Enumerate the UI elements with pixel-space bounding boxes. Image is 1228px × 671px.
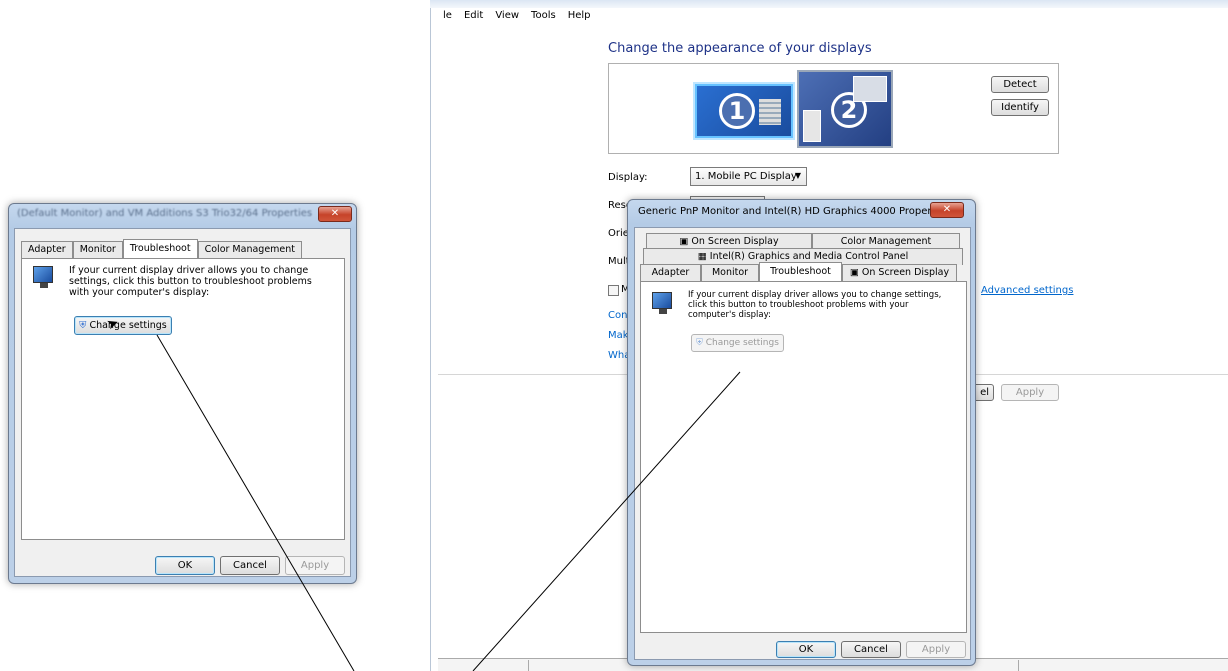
dialog-body: Adapter Monitor Troubleshoot Color Manag…	[14, 228, 351, 577]
checkbox[interactable]	[608, 285, 619, 296]
monitor-2[interactable]: 2	[797, 70, 893, 148]
detect-button[interactable]: Detect	[991, 76, 1049, 93]
menu-edit[interactable]: Edit	[459, 10, 490, 30]
apply-button[interactable]: Apply	[1001, 384, 1059, 401]
monitor-stand	[40, 283, 48, 288]
monitor-icon: ▣	[679, 236, 689, 247]
close-button[interactable]: ✕	[930, 202, 964, 218]
windows-icon	[853, 76, 887, 102]
tab-monitor[interactable]: Monitor	[701, 264, 759, 281]
tab-intel-graphics-label: Intel(R) Graphics and Media Control Pane…	[709, 251, 909, 262]
tab-strip-row-3: Adapter Monitor Troubleshoot ▣ On Screen…	[640, 262, 957, 281]
change-settings-button[interactable]: ⛨ Change settings	[74, 316, 172, 335]
close-button[interactable]: ✕	[318, 206, 352, 222]
display-select-value: 1. Mobile PC Display	[695, 171, 797, 182]
troubleshoot-message: If your current display driver allows yo…	[69, 265, 312, 298]
apply-button[interactable]: Apply	[285, 556, 345, 575]
windows-icon	[803, 110, 821, 142]
tab-color-management[interactable]: Color Management	[197, 241, 303, 258]
change-settings-button[interactable]: ⛨ Change settings	[691, 334, 784, 352]
tab-troubleshoot[interactable]: Troubleshoot	[122, 239, 198, 258]
tab-on-screen-display-label: On Screen Display	[861, 267, 950, 278]
menu-file[interactable]: le	[438, 10, 459, 30]
chevron-down-icon: ▼	[794, 171, 801, 180]
menu-help[interactable]: Help	[563, 10, 598, 30]
change-settings-label: Change settings	[89, 320, 167, 331]
page-heading: Change the appearance of your displays	[608, 41, 872, 56]
status-separator	[528, 660, 529, 671]
apply-button[interactable]: Apply	[906, 641, 966, 658]
display-select[interactable]: 1. Mobile PC Display ▼	[690, 167, 807, 186]
window-top-border	[430, 0, 1228, 8]
monitor-icon	[652, 292, 672, 309]
tab-on-screen-display-top-label: On Screen Display	[691, 236, 779, 247]
shield-icon: ⛨	[79, 320, 87, 331]
display-label: Display:	[608, 172, 648, 183]
right-properties-dialog: Generic PnP Monitor and Intel(R) HD Grap…	[627, 199, 976, 666]
dialog-title: Generic PnP Monitor and Intel(R) HD Grap…	[638, 206, 950, 217]
status-separator	[1018, 660, 1019, 671]
identify-button[interactable]: Identify	[991, 99, 1049, 116]
monitor-1-number: 1	[719, 93, 755, 129]
tab-adapter[interactable]: Adapter	[640, 264, 701, 281]
cancel-button[interactable]: Cancel	[220, 556, 280, 575]
windows-icon	[759, 99, 781, 125]
tab-adapter[interactable]: Adapter	[21, 241, 73, 258]
tab-troubleshoot[interactable]: Troubleshoot	[759, 262, 842, 281]
menu-bar: le Edit View Tools Help	[438, 10, 598, 30]
monitor-arrangement: 1 2 Detect Identify	[608, 63, 1059, 154]
tab-monitor[interactable]: Monitor	[72, 241, 123, 258]
ok-button[interactable]: OK	[776, 641, 836, 658]
ok-button[interactable]: OK	[155, 556, 215, 575]
dialog-body: ▣ On Screen Display Color Management ▦ I…	[634, 227, 971, 660]
monitor-icon	[33, 266, 53, 283]
change-settings-label: Change settings	[705, 338, 779, 348]
left-properties-dialog: (Default Monitor) and VM Additions S3 Tr…	[8, 203, 357, 584]
advanced-settings-link[interactable]: Advanced settings	[981, 285, 1073, 296]
tab-panel: If your current display driver allows yo…	[21, 258, 345, 540]
tab-panel: If your current display driver allows yo…	[640, 281, 967, 633]
cancel-button[interactable]: Cancel	[841, 641, 901, 658]
monitor-icon: ▣	[849, 267, 859, 278]
monitor-stand	[659, 309, 667, 314]
intel-graphics-icon: ▦	[697, 251, 707, 262]
monitor-1[interactable]: 1	[695, 84, 793, 138]
troubleshoot-message: If your current display driver allows yo…	[688, 290, 942, 320]
shield-icon: ⛨	[696, 338, 703, 348]
tab-on-screen-display[interactable]: ▣ On Screen Display	[842, 264, 957, 281]
tab-strip: Adapter Monitor Troubleshoot Color Manag…	[21, 239, 303, 258]
menu-tools[interactable]: Tools	[526, 10, 563, 30]
dialog-title: (Default Monitor) and VM Additions S3 Tr…	[17, 208, 313, 219]
menu-view[interactable]: View	[490, 10, 526, 30]
